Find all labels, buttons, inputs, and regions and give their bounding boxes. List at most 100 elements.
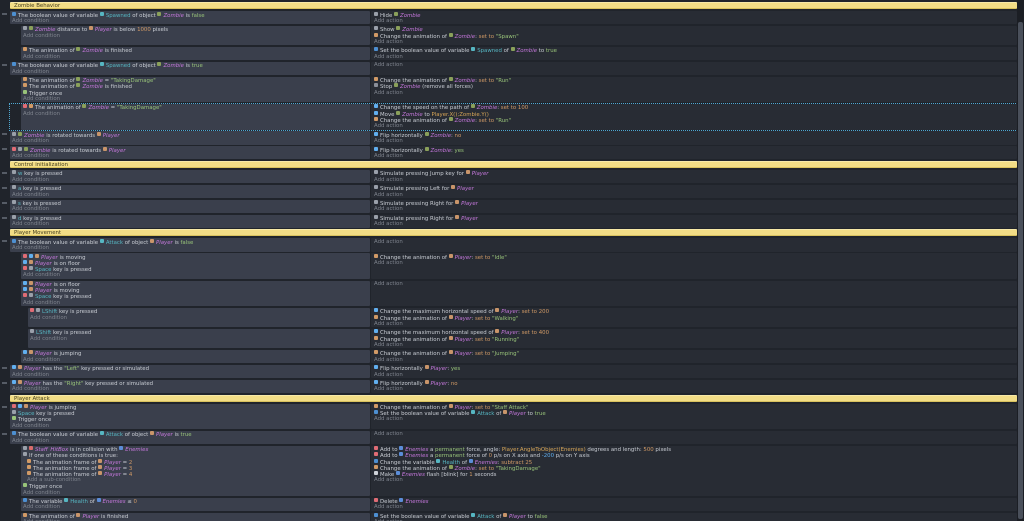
zombie-icon xyxy=(396,26,400,30)
add-condition-link[interactable]: Add condition xyxy=(23,504,368,510)
text-segment: The animation of xyxy=(35,105,82,110)
add-condition-link[interactable]: Add condition xyxy=(30,315,368,321)
add-condition-link[interactable]: Add condition xyxy=(12,206,368,212)
event-block: Zombie is rotated towards PlayerAdd cond… xyxy=(10,146,1017,159)
add-action-link[interactable]: Add action xyxy=(374,416,1015,422)
actions-panel: Add action xyxy=(371,431,1017,444)
text-segment: Zombie xyxy=(402,27,422,32)
add-condition-link[interactable]: Add condition xyxy=(23,300,368,306)
section-header[interactable]: Zombie Behavior xyxy=(10,2,1017,9)
text-segment: Hide xyxy=(380,13,394,18)
text-segment: Player xyxy=(431,366,448,371)
player-icon xyxy=(425,365,429,369)
text-segment: Health xyxy=(442,460,460,465)
path-icon xyxy=(374,111,378,115)
text-segment: set to xyxy=(479,78,494,83)
text-segment: "Jumping" xyxy=(492,351,519,356)
text-segment: is xyxy=(173,432,181,437)
conditions-panel: Staff_HitBox is in collision with Enemie… xyxy=(21,446,370,497)
player-icon xyxy=(503,410,507,414)
add-condition-link[interactable]: Add condition xyxy=(23,54,368,60)
add-action-link[interactable]: Add action xyxy=(374,431,1015,437)
text-segment: set to xyxy=(475,316,490,321)
actions-panel: Flip horizontally Player: yesAdd action xyxy=(371,365,1017,378)
add-condition-link[interactable]: Add condition xyxy=(12,18,368,24)
add-condition-link[interactable]: Add condition xyxy=(23,272,368,278)
player-icon xyxy=(495,329,499,333)
conditions-panel: d key is pressedAdd condition xyxy=(10,215,370,228)
add-action-link[interactable]: Add action xyxy=(374,260,1015,266)
trigger-once-icon xyxy=(23,90,27,94)
add-condition-link[interactable]: Add condition xyxy=(12,177,368,183)
add-action-link[interactable]: Add action xyxy=(374,239,1015,245)
enemies-icon xyxy=(119,446,123,450)
keyboard-icon xyxy=(30,329,34,333)
add-condition-link[interactable]: Add condition xyxy=(12,372,368,378)
add-condition-link[interactable]: Add condition xyxy=(12,438,368,444)
add-action-link[interactable]: Add action xyxy=(374,221,1015,227)
add-action-link[interactable]: Add action xyxy=(374,90,1015,96)
add-action-link[interactable]: Add action xyxy=(374,321,1015,327)
text-segment: pixels xyxy=(151,27,168,32)
trigger-once-icon xyxy=(12,416,16,420)
add-action-link[interactable]: Add action xyxy=(374,54,1015,60)
animation-icon xyxy=(23,77,27,81)
text-segment: set to xyxy=(475,337,490,342)
text-segment: is jumping xyxy=(52,351,82,356)
platform-icon xyxy=(12,380,16,384)
add-action-link[interactable]: Add action xyxy=(374,62,1015,68)
text-segment: p/s on Y axis xyxy=(554,453,590,458)
add-action-link[interactable]: Add action xyxy=(374,18,1015,24)
delete-icon xyxy=(374,498,378,502)
text-segment: ≤ xyxy=(126,499,134,504)
add-condition-link[interactable]: Add condition xyxy=(23,111,368,117)
platform-icon xyxy=(23,287,27,291)
scrollbar-track[interactable] xyxy=(1017,0,1024,521)
add-condition-link[interactable]: Add condition xyxy=(23,33,368,39)
conditions-panel: Zombie is rotated towards PlayerAdd cond… xyxy=(10,131,370,144)
add-condition-link[interactable]: Add condition xyxy=(30,336,368,342)
add-action-link[interactable]: Add action xyxy=(374,192,1015,198)
zombie-icon xyxy=(449,33,453,37)
zombie-icon xyxy=(449,77,453,81)
add-action-link[interactable]: Add action xyxy=(374,138,1015,144)
zombie-icon xyxy=(29,26,33,30)
add-action-link[interactable]: Add action xyxy=(374,504,1015,510)
add-condition-link[interactable]: Add condition xyxy=(12,69,368,75)
add-action-link[interactable]: Add action xyxy=(374,372,1015,378)
add-action-link[interactable]: Add action xyxy=(374,39,1015,45)
conditions-panel: The animation of Player is finishedAdd c… xyxy=(21,513,370,521)
add-action-link[interactable]: Add action xyxy=(374,153,1015,159)
add-action-link[interactable]: Add action xyxy=(374,357,1015,363)
conditions-panel: Zombie distance to Player is below 1000 … xyxy=(21,26,370,46)
add-condition-link[interactable]: Add condition xyxy=(12,245,368,251)
player-icon xyxy=(466,170,470,174)
event-block: w key is pressedAdd conditionSimulate pr… xyxy=(10,170,1017,183)
add-action-link[interactable]: Add action xyxy=(374,281,1015,287)
add-action-link[interactable]: Add action xyxy=(374,206,1015,212)
add-condition-link[interactable]: Add condition xyxy=(12,423,368,429)
section-header[interactable]: Player Movement xyxy=(10,229,1017,236)
text-segment: Player xyxy=(509,411,526,416)
add-action-link[interactable]: Add action xyxy=(374,123,1015,129)
add-condition-link[interactable]: Add condition xyxy=(12,221,368,227)
boolean-variable-icon xyxy=(12,12,16,16)
section-header[interactable]: Player Attack xyxy=(10,395,1017,402)
event-block: The variable Health of Enemies ≤ 0Add co… xyxy=(10,498,1017,511)
add-action-link[interactable]: Add action xyxy=(374,477,1015,483)
add-action-link[interactable]: Add action xyxy=(374,177,1015,183)
add-condition-link[interactable]: Add condition xyxy=(12,386,368,392)
event-block: The boolean value of variable Attack of … xyxy=(10,238,1017,251)
text-segment: 400 xyxy=(539,330,549,335)
scrollbar-thumb[interactable] xyxy=(1018,22,1023,519)
add-condition-link[interactable]: Add condition xyxy=(23,96,368,102)
add-condition-link[interactable]: Add condition xyxy=(12,138,368,144)
add-condition-link[interactable]: Add condition xyxy=(23,490,368,496)
add-condition-link[interactable]: Add condition xyxy=(12,192,368,198)
add-condition-link[interactable]: Add condition xyxy=(23,357,368,363)
add-action-link[interactable]: Add action xyxy=(374,342,1015,348)
player-icon xyxy=(150,239,154,243)
section-header[interactable]: Control initialization xyxy=(10,161,1017,168)
add-action-link[interactable]: Add action xyxy=(374,386,1015,392)
add-condition-link[interactable]: Add condition xyxy=(12,153,368,159)
